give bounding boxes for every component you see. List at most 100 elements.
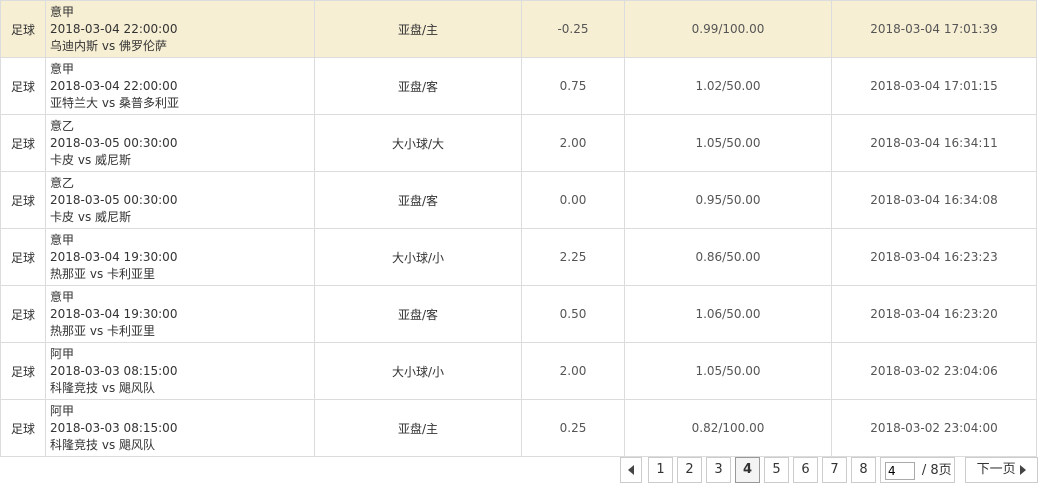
next-page-button[interactable]: 下一页 [964, 457, 1038, 483]
odds-stake-cell: 0.86/50.00 [624, 228, 832, 286]
pagination: 12345678 / 8页 下一页 [620, 456, 1038, 484]
page-button-2[interactable]: 2 [677, 457, 702, 483]
match-time: 2018-03-05 00:30:00 [50, 192, 178, 207]
vs-label: vs [77, 152, 92, 167]
vs-label: vs [101, 95, 116, 110]
odds-stake-cell: 1.05/50.00 [624, 342, 832, 400]
placed-time-cell: 2018-03-04 16:34:08 [831, 171, 1037, 229]
league-name: 阿甲 [50, 403, 75, 418]
placed-time-cell: 2018-03-02 23:04:00 [831, 399, 1037, 457]
away-team: 卡利亚里 [107, 266, 156, 281]
league-name: 意甲 [50, 289, 75, 304]
sport-cell: 足球 [0, 399, 46, 457]
match-teams: 热那亚 vs 卡利亚里 [50, 266, 314, 283]
table-row: 足球 阿甲 2018-03-03 08:15:00 科隆竞技 vs 飓风队 亚盘/主 0.… [0, 399, 1037, 457]
bet-type-cell: 亚盘/客 [314, 57, 522, 115]
vs-label: vs [101, 38, 116, 53]
home-team: 热那亚 [50, 323, 87, 338]
match-cell: 意甲 2018-03-04 19:30:00 热那亚 vs 卡利亚里 [45, 228, 315, 286]
placed-time-cell: 2018-03-02 23:04:06 [831, 342, 1037, 400]
league-name: 意甲 [50, 232, 75, 247]
vs-label: vs [101, 380, 116, 395]
page-number-input[interactable] [885, 461, 915, 480]
away-team: 飓风队 [119, 380, 156, 395]
page-button-1[interactable]: 1 [648, 457, 673, 483]
handicap-line-cell: 0.25 [521, 399, 625, 457]
bet-type-cell: 大小球/小 [314, 342, 522, 400]
handicap-line-cell: 0.00 [521, 171, 625, 229]
odds-stake-cell: 0.82/100.00 [624, 399, 832, 457]
match-cell: 意乙 2018-03-05 00:30:00 卡皮 vs 威尼斯 [45, 114, 315, 172]
sport-cell: 足球 [0, 285, 46, 343]
sport-cell: 足球 [0, 342, 46, 400]
odds-stake-cell: 0.99/100.00 [624, 0, 832, 58]
page-button-3[interactable]: 3 [706, 457, 731, 483]
match-time: 2018-03-03 08:15:00 [50, 420, 178, 435]
match-time: 2018-03-04 19:30:00 [50, 249, 178, 264]
triangle-right-icon [1019, 464, 1026, 475]
sport-cell: 足球 [0, 114, 46, 172]
home-team: 热那亚 [50, 266, 87, 281]
page-button-4[interactable]: 4 [735, 457, 760, 483]
bet-type-cell: 大小球/小 [314, 228, 522, 286]
bet-type-cell: 亚盘/客 [314, 171, 522, 229]
vs-label: vs [77, 209, 92, 224]
handicap-line-cell: -0.25 [521, 0, 625, 58]
match-cell: 意甲 2018-03-04 19:30:00 热那亚 vs 卡利亚里 [45, 285, 315, 343]
away-team: 飓风队 [119, 437, 156, 452]
match-time: 2018-03-04 19:30:00 [50, 306, 178, 321]
match-time: 2018-03-04 22:00:00 [50, 78, 178, 93]
home-team: 科隆竞技 [50, 380, 99, 395]
page-button-5[interactable]: 5 [764, 457, 789, 483]
bet-type-cell: 亚盘/主 [314, 0, 522, 58]
page-button-7[interactable]: 7 [822, 457, 847, 483]
placed-time-cell: 2018-03-04 17:01:39 [831, 0, 1037, 58]
vs-label: vs [101, 437, 116, 452]
page-total-label: / 8页 [921, 462, 952, 478]
bet-type-cell: 亚盘/客 [314, 285, 522, 343]
league-name: 阿甲 [50, 346, 75, 361]
page-jump: / 8页 [880, 457, 955, 483]
home-team: 科隆竞技 [50, 437, 99, 452]
bet-history-table: 足球 意甲 2018-03-04 22:00:00 乌迪内斯 vs 佛罗伦萨 亚盘/主 -… [0, 0, 1037, 457]
sport-cell: 足球 [0, 228, 46, 286]
sport-cell: 足球 [0, 0, 46, 58]
odds-stake-cell: 1.06/50.00 [624, 285, 832, 343]
handicap-line-cell: 0.50 [521, 285, 625, 343]
away-team: 卡利亚里 [107, 323, 156, 338]
odds-stake-cell: 0.95/50.00 [624, 171, 832, 229]
odds-stake-cell: 1.05/50.00 [624, 114, 832, 172]
handicap-line-cell: 0.75 [521, 57, 625, 115]
table-row: 足球 阿甲 2018-03-03 08:15:00 科隆竞技 vs 飓风队 大小球/小 2… [0, 342, 1037, 400]
placed-time-cell: 2018-03-04 16:23:20 [831, 285, 1037, 343]
match-teams: 卡皮 vs 威尼斯 [50, 152, 314, 169]
home-team: 卡皮 [50, 209, 75, 224]
next-page-label: 下一页 [976, 462, 1016, 477]
match-time: 2018-03-03 08:15:00 [50, 363, 178, 378]
table-row: 足球 意甲 2018-03-04 19:30:00 热那亚 vs 卡利亚里 亚盘/客 0.… [0, 285, 1037, 343]
prev-page-button[interactable] [620, 457, 642, 483]
match-cell: 阿甲 2018-03-03 08:15:00 科隆竞技 vs 飓风队 [45, 342, 315, 400]
table-row: 足球 意甲 2018-03-04 22:00:00 乌迪内斯 vs 佛罗伦萨 亚盘/主 -… [0, 0, 1037, 58]
page-button-8[interactable]: 8 [851, 457, 876, 483]
match-cell: 阿甲 2018-03-03 08:15:00 科隆竞技 vs 飓风队 [45, 399, 315, 457]
league-name: 意乙 [50, 175, 75, 190]
away-team: 桑普多利亚 [119, 95, 180, 110]
league-name: 意甲 [50, 4, 75, 19]
page-button-6[interactable]: 6 [793, 457, 818, 483]
match-teams: 卡皮 vs 威尼斯 [50, 209, 314, 226]
match-teams: 科隆竞技 vs 飓风队 [50, 437, 314, 454]
away-team: 威尼斯 [95, 209, 132, 224]
sport-cell: 足球 [0, 171, 46, 229]
match-cell: 意甲 2018-03-04 22:00:00 乌迪内斯 vs 佛罗伦萨 [45, 0, 315, 58]
placed-time-cell: 2018-03-04 16:23:23 [831, 228, 1037, 286]
match-teams: 乌迪内斯 vs 佛罗伦萨 [50, 38, 314, 55]
placed-time-cell: 2018-03-04 16:34:11 [831, 114, 1037, 172]
home-team: 亚特兰大 [50, 95, 99, 110]
table-row: 足球 意甲 2018-03-04 22:00:00 亚特兰大 vs 桑普多利亚 亚盘/客… [0, 57, 1037, 115]
handicap-line-cell: 2.25 [521, 228, 625, 286]
home-team: 乌迪内斯 [50, 38, 99, 53]
bet-type-cell: 亚盘/主 [314, 399, 522, 457]
match-teams: 亚特兰大 vs 桑普多利亚 [50, 95, 314, 112]
placed-time-cell: 2018-03-04 17:01:15 [831, 57, 1037, 115]
